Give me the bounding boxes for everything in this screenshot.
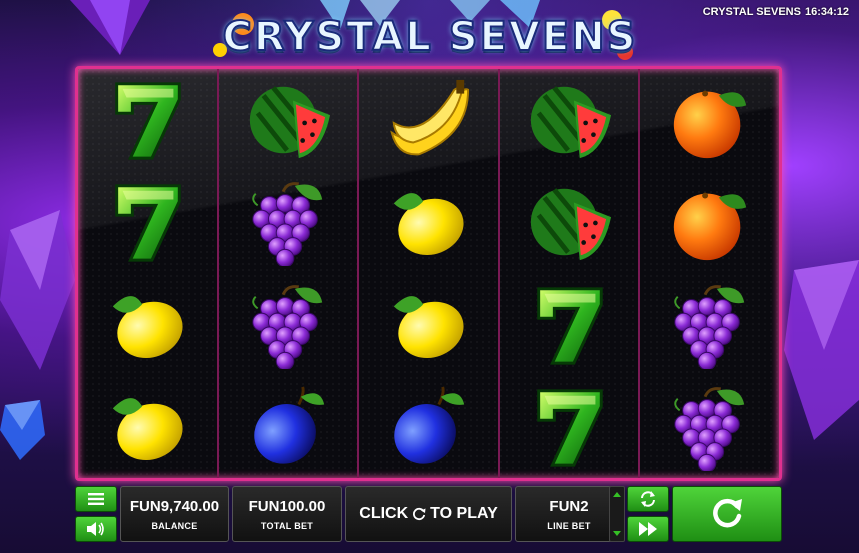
watermelon-icon (249, 86, 330, 159)
reel-3 (359, 69, 500, 478)
menu-icon (88, 493, 104, 505)
lemon-icon (394, 295, 465, 358)
grapes-icon (252, 182, 323, 267)
spin-button[interactable] (672, 486, 782, 542)
play-prompt-before: CLICK (359, 505, 409, 522)
balance-display: FUN9,740.00 BALANCE (120, 486, 229, 542)
seven-icon (115, 184, 182, 262)
reel-4 (500, 69, 641, 478)
autoplay-button[interactable] (627, 486, 669, 512)
clock-time: 16:34:12 (804, 6, 849, 18)
reel-symbol (359, 274, 498, 376)
reel-symbol (359, 171, 498, 273)
reel-symbol (219, 69, 358, 171)
line-bet-label: LINE BET (547, 521, 591, 531)
speaker-icon (87, 522, 104, 536)
seven-icon (537, 389, 603, 467)
line-bet-stepper[interactable] (609, 486, 625, 542)
plum-icon (254, 386, 325, 464)
control-bar: FUN9,740.00 BALANCE FUN100.00 TOTAL BET … (75, 484, 782, 544)
game-logo: CRYSTAL SEVENS (200, 0, 660, 68)
reel-symbol (640, 274, 779, 376)
reel-1 (78, 69, 219, 478)
reel-symbol (78, 171, 217, 273)
balance-label: BALANCE (151, 521, 198, 531)
autoplay-icon (641, 491, 655, 507)
orange-icon (673, 193, 746, 261)
balance-value: FUN9,740.00 (129, 498, 220, 515)
seven-icon (537, 286, 603, 365)
reel-symbol (500, 376, 639, 478)
crystal-decoration-bottom-left (0, 400, 45, 460)
reel-symbol (359, 376, 498, 478)
lemon-icon (113, 398, 183, 460)
reels-frame (75, 66, 782, 481)
reel-symbol (500, 69, 639, 171)
menu-button[interactable] (75, 486, 117, 512)
reel-symbol (78, 274, 217, 376)
watermelon-icon (530, 86, 612, 159)
clock-game-name: CRYSTAL SEVENS (702, 6, 801, 18)
total-bet-label: TOTAL BET (260, 521, 314, 531)
spin-icon (713, 498, 742, 528)
crystal-decoration-top-left (70, 0, 150, 55)
watermelon-icon (530, 188, 612, 261)
logo-title: CRYSTAL SEVENS (222, 13, 638, 61)
reel-symbol (359, 69, 498, 171)
reel-5 (640, 69, 779, 478)
total-bet-display: FUN100.00 TOTAL BET (232, 486, 342, 542)
turbo-button[interactable] (627, 516, 669, 542)
seven-icon (115, 82, 182, 160)
reel-symbol (219, 171, 358, 273)
lemon-icon (113, 295, 183, 358)
fast-forward-icon (639, 522, 657, 536)
reel-symbol (500, 171, 639, 273)
grapes-icon (673, 284, 744, 369)
reel-symbol (219, 376, 358, 478)
lemon-icon (394, 193, 465, 256)
chevron-up-icon[interactable] (610, 490, 624, 500)
refresh-icon (413, 507, 426, 521)
play-prompt-panel[interactable]: CLICK TO PLAY (345, 486, 512, 542)
game-clock: CRYSTAL SEVENS 16:34:12 (703, 6, 849, 18)
crystal-decoration-right (784, 260, 859, 440)
reel-symbol (640, 376, 779, 478)
reel-symbol (78, 376, 217, 478)
reel-symbol (219, 274, 358, 376)
reels-grid (78, 69, 779, 478)
line-bet-display[interactable]: FUN2 LINE BET (515, 486, 623, 542)
reel-symbol (640, 171, 779, 273)
grapes-icon (673, 386, 744, 471)
grapes-icon (252, 284, 323, 369)
crystal-decoration-left (0, 210, 75, 370)
reel-2 (219, 69, 360, 478)
line-bet-value: FUN2 (549, 498, 589, 515)
reel-symbol (78, 69, 217, 171)
reel-symbol (640, 69, 779, 171)
banana-icon (390, 80, 470, 156)
plum-icon (394, 386, 465, 464)
reel-symbol (500, 274, 639, 376)
orange-icon (673, 90, 746, 159)
chevron-down-icon[interactable] (610, 528, 624, 538)
total-bet-value: FUN100.00 (248, 498, 326, 515)
sound-button[interactable] (75, 516, 117, 542)
play-prompt-after: TO PLAY (430, 505, 498, 522)
